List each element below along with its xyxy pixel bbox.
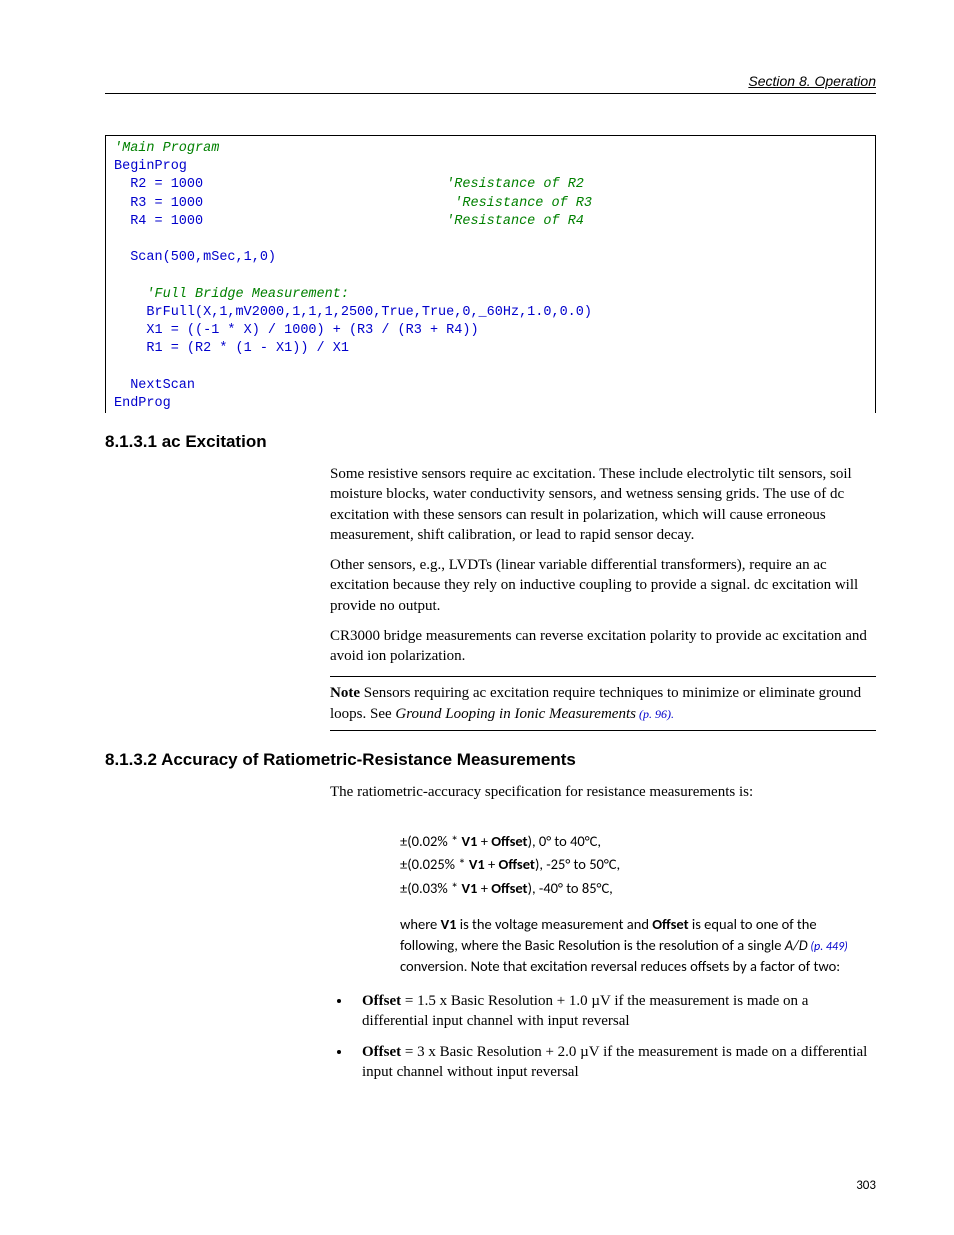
note-reference: Ground Looping in Ionic Measurements bbox=[395, 706, 636, 722]
spec-line: ±(0.03% * V1 + Offset), -40° to 85°C, bbox=[400, 877, 876, 900]
code-line: BrFull(X,1,mV2000,1,1,1,2500,True,True,0… bbox=[114, 305, 592, 320]
code-comment: 'Resistance of R4 bbox=[446, 214, 584, 229]
paragraph: Other sensors, e.g., LVDTs (linear varia… bbox=[330, 555, 876, 616]
heading-8-1-3-1: 8.1.3.1 ac Excitation bbox=[105, 431, 876, 454]
header-rule bbox=[105, 93, 876, 94]
code-line: R3 = 1000 bbox=[114, 196, 203, 211]
spec-line: ±(0.025% * V1 + Offset), -25° to 50°C, bbox=[400, 853, 876, 876]
note-box: Note Sensors requiring ac excitation req… bbox=[330, 676, 876, 731]
code-comment: 'Full Bridge Measurement: bbox=[114, 287, 349, 302]
code-comment: 'Main Program bbox=[114, 141, 219, 156]
code-line: NextScan bbox=[114, 378, 195, 393]
page-reference-link[interactable]: (p. 96). bbox=[636, 707, 674, 721]
running-header: Section 8. Operation bbox=[748, 72, 876, 91]
code-line: EndProg bbox=[114, 396, 171, 411]
code-line: R2 = 1000 bbox=[114, 177, 203, 192]
list-item: Offset = 3 x Basic Resolution + 2.0 µV i… bbox=[352, 1042, 876, 1083]
code-line: X1 = ((-1 * X) / 1000) + (R3 / (R3 + R4)… bbox=[114, 323, 479, 338]
code-line: BeginProg bbox=[114, 159, 187, 174]
code-comment: 'Resistance of R2 bbox=[446, 177, 584, 192]
code-line: R1 = (R2 * (1 - X1)) / X1 bbox=[114, 341, 349, 356]
note-label: Note bbox=[330, 685, 360, 701]
paragraph: The ratiometric-accuracy specification f… bbox=[330, 782, 876, 802]
code-listing: 'Main Program BeginProg R2 = 1000 'Resis… bbox=[105, 135, 876, 413]
bullet-list: Offset = 1.5 x Basic Resolution + 1.0 µV… bbox=[330, 991, 876, 1082]
page-reference-link[interactable]: (p. 449) bbox=[808, 940, 848, 954]
page-number: 303 bbox=[856, 1177, 876, 1195]
paragraph: Some resistive sensors require ac excita… bbox=[330, 464, 876, 545]
code-comment: 'Resistance of R3 bbox=[454, 196, 592, 211]
spec-line: ±(0.02% * V1 + Offset), 0° to 40°C, bbox=[400, 830, 876, 853]
code-line: Scan(500,mSec,1,0) bbox=[114, 250, 276, 265]
paragraph: CR3000 bridge measurements can reverse e… bbox=[330, 626, 876, 667]
paragraph: where V1 is the voltage measurement and … bbox=[400, 914, 876, 977]
heading-8-1-3-2: 8.1.3.2 Accuracy of Ratiometric-Resistan… bbox=[105, 749, 876, 772]
list-item: Offset = 1.5 x Basic Resolution + 1.0 µV… bbox=[352, 991, 876, 1032]
code-line: R4 = 1000 bbox=[114, 214, 203, 229]
spec-list: ±(0.02% * V1 + Offset), 0° to 40°C, ±(0.… bbox=[400, 830, 876, 900]
